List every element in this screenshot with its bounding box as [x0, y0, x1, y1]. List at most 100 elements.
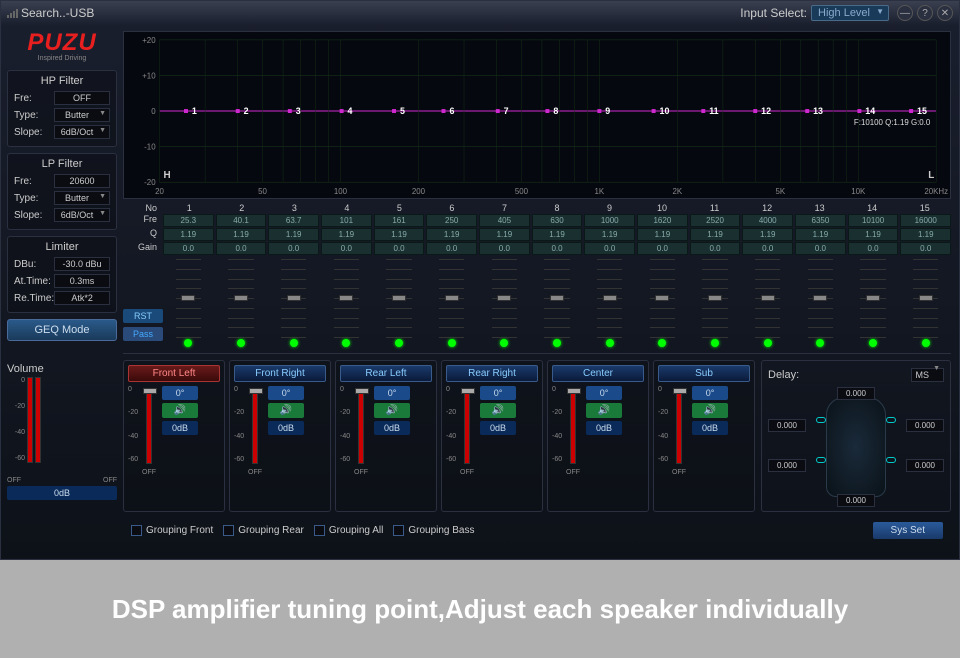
eq-fre-8[interactable]: 630 [532, 214, 583, 227]
channel-level-slider[interactable]: 0 -20 -40 -60 OFF [234, 386, 264, 476]
hp-slope-select[interactable]: 6dB/Oct [54, 125, 110, 139]
eq-gain-3[interactable]: 0.0 [268, 242, 319, 255]
eq-q-9[interactable]: 1.19 [584, 228, 635, 241]
rst-button[interactable]: RST [123, 309, 163, 323]
eq-gain-2[interactable]: 0.0 [216, 242, 267, 255]
hp-type-select[interactable]: Butter [54, 108, 110, 122]
delay-lb[interactable]: 0.000 [768, 459, 806, 472]
volume-db[interactable]: 0dB [7, 486, 117, 500]
eq-q-7[interactable]: 1.19 [479, 228, 530, 241]
eq-fre-9[interactable]: 1000 [584, 214, 635, 227]
channel-tab[interactable]: Front Left [128, 365, 220, 382]
eq-q-6[interactable]: 1.19 [426, 228, 477, 241]
eq-fre-2[interactable]: 40.1 [216, 214, 267, 227]
mute-button[interactable] [268, 403, 304, 418]
eq-q-12[interactable]: 1.19 [742, 228, 793, 241]
lp-slope-select[interactable]: 6dB/Oct [54, 208, 110, 222]
delay-rb[interactable]: 0.000 [906, 459, 944, 472]
grouping-all-checkbox[interactable]: Grouping All [314, 525, 383, 536]
eq-q-2[interactable]: 1.19 [216, 228, 267, 241]
delay-top[interactable]: 0.000 [837, 387, 875, 400]
delay-lt[interactable]: 0.000 [768, 419, 806, 432]
eq-gain-14[interactable]: 0.0 [848, 242, 899, 255]
eq-graph[interactable]: +20+100-10-2020501002005001K2K5K10K20KHz… [123, 31, 951, 199]
eq-slider-12[interactable] [742, 259, 793, 347]
eq-slider-15[interactable] [900, 259, 951, 347]
input-select-dropdown[interactable]: High Level [811, 5, 889, 21]
eq-gain-12[interactable]: 0.0 [742, 242, 793, 255]
eq-fre-11[interactable]: 2520 [690, 214, 741, 227]
close-icon[interactable]: ✕ [937, 5, 953, 21]
limiter-release[interactable]: Atk*2 [54, 291, 110, 305]
eq-slider-10[interactable] [637, 259, 688, 347]
eq-fre-5[interactable]: 161 [374, 214, 425, 227]
grouping-rear-checkbox[interactable]: Grouping Rear [223, 525, 304, 536]
eq-gain-10[interactable]: 0.0 [637, 242, 688, 255]
lp-type-select[interactable]: Butter [54, 191, 110, 205]
eq-gain-8[interactable]: 0.0 [532, 242, 583, 255]
eq-fre-4[interactable]: 101 [321, 214, 372, 227]
lp-fre-value[interactable]: 20600 [54, 174, 110, 188]
eq-slider-7[interactable] [479, 259, 530, 347]
mute-button[interactable] [586, 403, 622, 418]
channel-tab[interactable]: Sub [658, 365, 750, 382]
eq-slider-3[interactable] [268, 259, 319, 347]
gain-db-button[interactable]: 0dB [480, 421, 516, 435]
eq-gain-5[interactable]: 0.0 [374, 242, 425, 255]
eq-fre-10[interactable]: 1620 [637, 214, 688, 227]
mute-button[interactable] [162, 403, 198, 418]
mute-button[interactable] [692, 403, 728, 418]
eq-gain-7[interactable]: 0.0 [479, 242, 530, 255]
eq-gain-9[interactable]: 0.0 [584, 242, 635, 255]
volume-slider[interactable]: 0 -20 -40 -60 [7, 377, 117, 477]
eq-q-13[interactable]: 1.19 [795, 228, 846, 241]
eq-slider-9[interactable] [584, 259, 635, 347]
eq-gain-15[interactable]: 0.0 [900, 242, 951, 255]
gain-db-button[interactable]: 0dB [374, 421, 410, 435]
gain-db-button[interactable]: 0dB [162, 421, 198, 435]
eq-gain-11[interactable]: 0.0 [690, 242, 741, 255]
eq-gain-1[interactable]: 0.0 [163, 242, 214, 255]
channel-tab[interactable]: Rear Left [340, 365, 432, 382]
channel-level-slider[interactable]: 0 -20 -40 -60 OFF [340, 386, 370, 476]
phase-button[interactable]: 0° [162, 386, 198, 400]
channel-tab[interactable]: Center [552, 365, 644, 382]
eq-slider-5[interactable] [374, 259, 425, 347]
geq-mode-button[interactable]: GEQ Mode [7, 319, 117, 341]
phase-button[interactable]: 0° [268, 386, 304, 400]
eq-q-4[interactable]: 1.19 [321, 228, 372, 241]
delay-unit-select[interactable]: MS [911, 368, 945, 382]
phase-button[interactable]: 0° [692, 386, 728, 400]
eq-q-14[interactable]: 1.19 [848, 228, 899, 241]
mute-button[interactable] [480, 403, 516, 418]
eq-fre-7[interactable]: 405 [479, 214, 530, 227]
eq-slider-11[interactable] [690, 259, 741, 347]
eq-slider-6[interactable] [426, 259, 477, 347]
phase-button[interactable]: 0° [374, 386, 410, 400]
phase-button[interactable]: 0° [586, 386, 622, 400]
phase-button[interactable]: 0° [480, 386, 516, 400]
channel-tab[interactable]: Front Right [234, 365, 326, 382]
minimize-icon[interactable]: — [897, 5, 913, 21]
eq-fre-12[interactable]: 4000 [742, 214, 793, 227]
limiter-dbu[interactable]: -30.0 dBu [54, 257, 110, 271]
eq-slider-2[interactable] [216, 259, 267, 347]
limiter-attack[interactable]: 0.3ms [54, 274, 110, 288]
pass-button[interactable]: Pass [123, 327, 163, 341]
sys-set-button[interactable]: Sys Set [873, 522, 943, 539]
eq-slider-4[interactable] [321, 259, 372, 347]
eq-gain-13[interactable]: 0.0 [795, 242, 846, 255]
eq-fre-1[interactable]: 25.3 [163, 214, 214, 227]
channel-level-slider[interactable]: 0 -20 -40 -60 OFF [552, 386, 582, 476]
eq-q-11[interactable]: 1.19 [690, 228, 741, 241]
eq-fre-6[interactable]: 250 [426, 214, 477, 227]
eq-fre-3[interactable]: 63.7 [268, 214, 319, 227]
eq-fre-14[interactable]: 10100 [848, 214, 899, 227]
channel-level-slider[interactable]: 0 -20 -40 -60 OFF [128, 386, 158, 476]
eq-slider-1[interactable] [163, 259, 214, 347]
gain-db-button[interactable]: 0dB [586, 421, 622, 435]
eq-gain-6[interactable]: 0.0 [426, 242, 477, 255]
eq-fre-13[interactable]: 6350 [795, 214, 846, 227]
delay-rt[interactable]: 0.000 [906, 419, 944, 432]
eq-gain-4[interactable]: 0.0 [321, 242, 372, 255]
